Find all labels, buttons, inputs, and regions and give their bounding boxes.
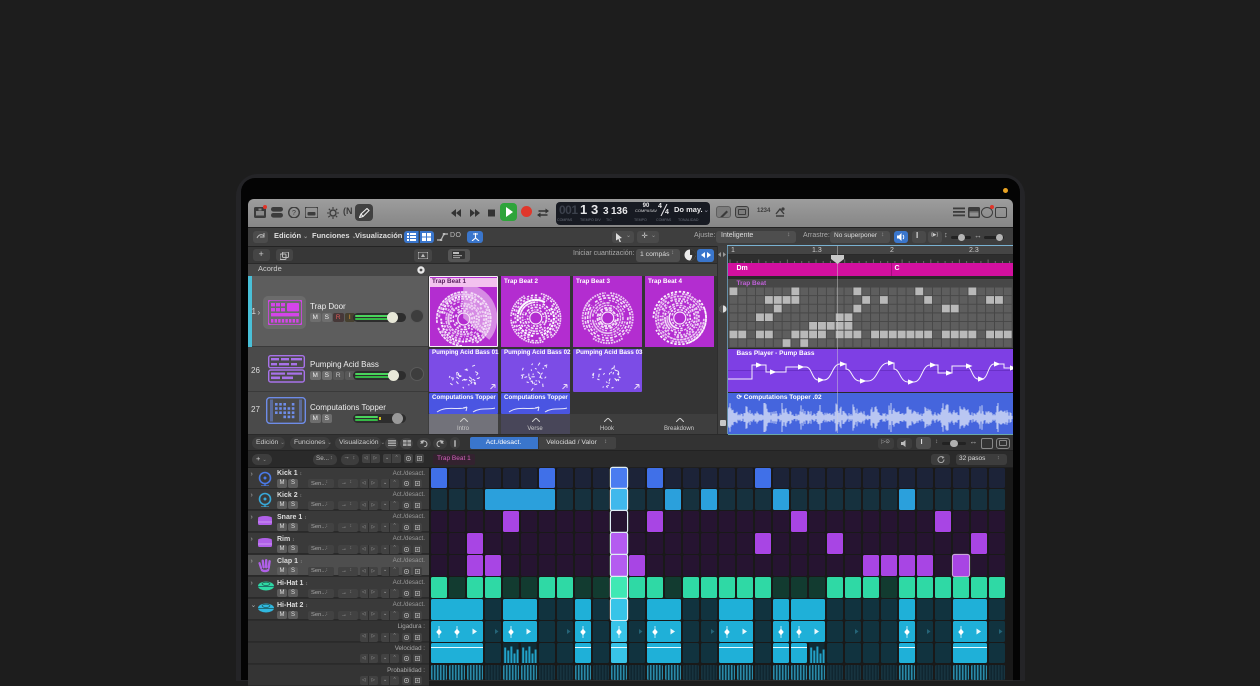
svg-text:?: ? xyxy=(292,210,296,217)
